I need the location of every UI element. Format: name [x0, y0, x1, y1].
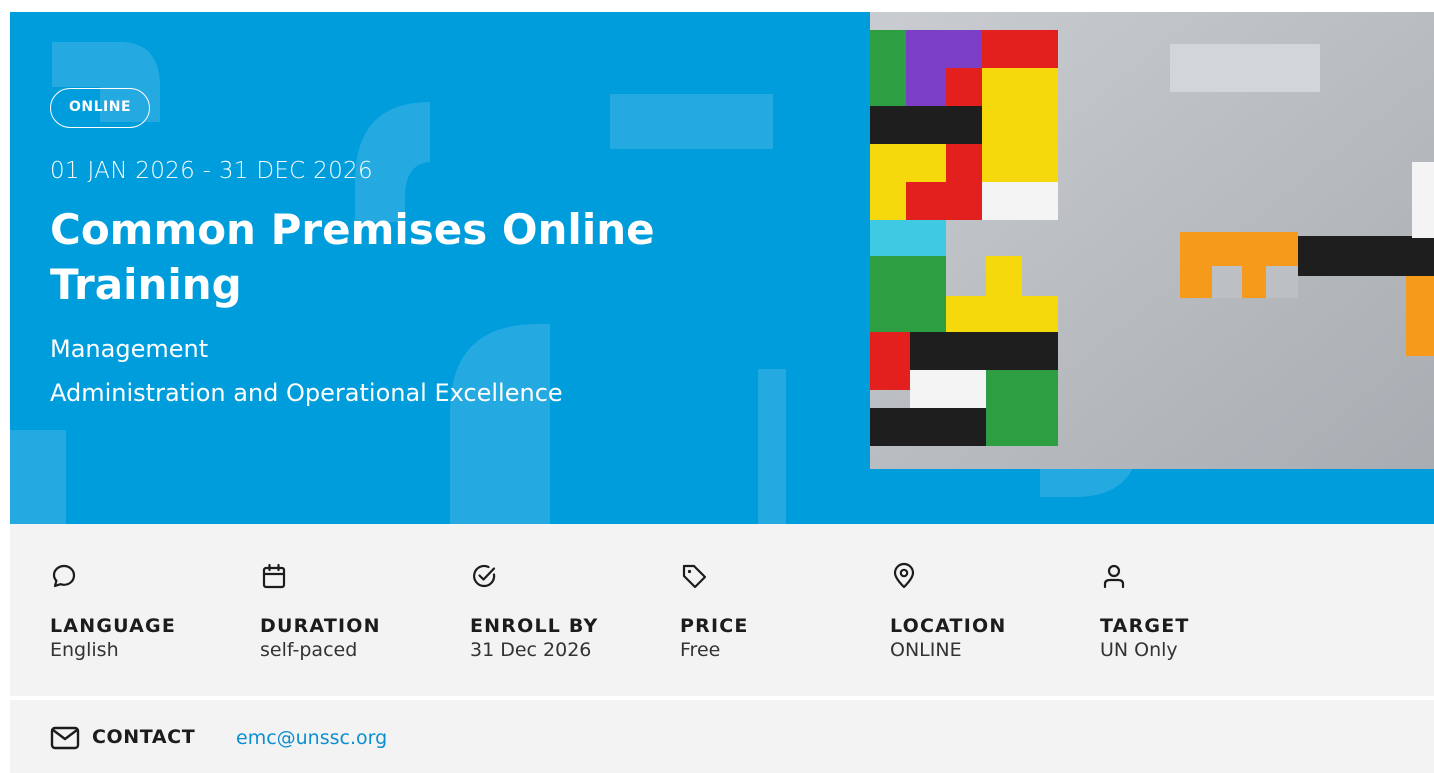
detail-price: PRICE Free: [680, 562, 880, 662]
detail-location: LOCATION ONLINE: [890, 562, 1090, 662]
contact-email-link[interactable]: emc@unssc.org: [236, 727, 387, 749]
contact-bar: CONTACT emc@unssc.org: [10, 700, 1434, 773]
detail-duration: DURATION self-paced: [260, 562, 460, 662]
delivery-badge: ONLINE: [50, 88, 151, 128]
course-title: Common Premises Online Training: [50, 205, 655, 309]
detail-label: LOCATION: [890, 615, 1007, 637]
location-pin-icon: [893, 562, 915, 589]
detail-value: English: [50, 639, 119, 661]
detail-enroll-by: ENROLL BY 31 Dec 2026: [470, 562, 670, 662]
detail-label: PRICE: [680, 615, 749, 637]
detail-value: ONLINE: [890, 639, 962, 661]
detail-target: TARGET UN Only: [1100, 562, 1300, 662]
course-dates: 01 JAN 2026 - 31 DEC 2026: [50, 158, 373, 184]
detail-value: Free: [680, 639, 721, 661]
course-image: [870, 12, 1434, 469]
detail-label: LANGUAGE: [50, 615, 177, 637]
detail-label: TARGET: [1100, 615, 1190, 637]
detail-value: 31 Dec 2026: [470, 639, 592, 661]
envelope-icon: [50, 726, 80, 750]
course-category: Management: [50, 335, 209, 363]
detail-value: self-paced: [260, 639, 358, 661]
detail-label: ENROLL BY: [470, 615, 599, 637]
calendar-icon: [262, 563, 286, 589]
detail-value: UN Only: [1100, 639, 1178, 661]
course-header: ONLINE 01 JAN 2026 - 31 DEC 2026 Common …: [50, 88, 850, 408]
course-hero: ONLINE 01 JAN 2026 - 31 DEC 2026 Common …: [10, 12, 1434, 524]
course-subcategory: Administration and Operational Excellenc…: [50, 379, 563, 407]
price-tag-icon: [682, 564, 707, 589]
contact-label: CONTACT: [92, 726, 196, 748]
detail-language: LANGUAGE English: [50, 562, 250, 662]
course-details: LANGUAGE English DURATION self-paced ENR…: [10, 524, 1434, 696]
user-icon: [1103, 564, 1125, 589]
chat-bubble-icon: [52, 564, 76, 588]
check-circle-icon: [473, 564, 496, 588]
detail-label: DURATION: [260, 615, 381, 637]
